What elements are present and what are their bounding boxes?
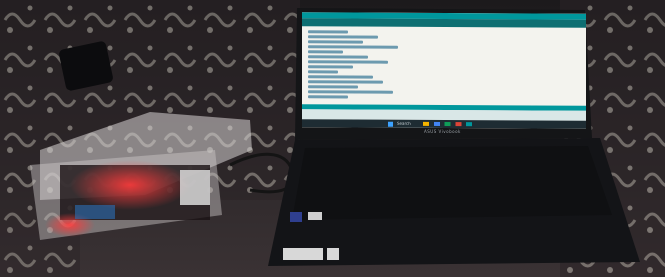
code-line xyxy=(308,40,363,44)
code-line xyxy=(308,95,348,99)
code-line xyxy=(308,55,368,59)
red-led-glow xyxy=(70,160,190,210)
taskbar: Search xyxy=(302,119,586,129)
code-line xyxy=(308,50,343,54)
code-editor xyxy=(302,26,586,105)
search-box[interactable]: Search xyxy=(397,121,411,127)
spec-sticker xyxy=(308,212,322,220)
blue-module xyxy=(75,205,115,219)
keyboard-area xyxy=(292,146,612,220)
code-line xyxy=(308,60,388,64)
code-line xyxy=(308,85,358,89)
intel-sticker xyxy=(290,212,302,222)
code-line xyxy=(308,80,383,84)
code-line xyxy=(308,45,398,49)
code-line xyxy=(308,65,353,69)
laptop-screen: Search xyxy=(302,12,586,129)
code-line xyxy=(308,30,348,34)
laptop-brand-label: ASUS Vivobook xyxy=(424,129,461,134)
white-module xyxy=(180,170,210,205)
bottom-sticker xyxy=(283,248,323,260)
photo-scene: Search ASUS Vivobook xyxy=(0,0,665,277)
code-line xyxy=(308,35,378,39)
code-line xyxy=(308,90,393,94)
taskbar-icons[interactable] xyxy=(422,121,483,127)
code-line xyxy=(308,75,373,79)
bottom-sticker-2 xyxy=(327,248,339,260)
windows-start-icon[interactable] xyxy=(388,121,393,127)
code-line xyxy=(308,70,338,74)
